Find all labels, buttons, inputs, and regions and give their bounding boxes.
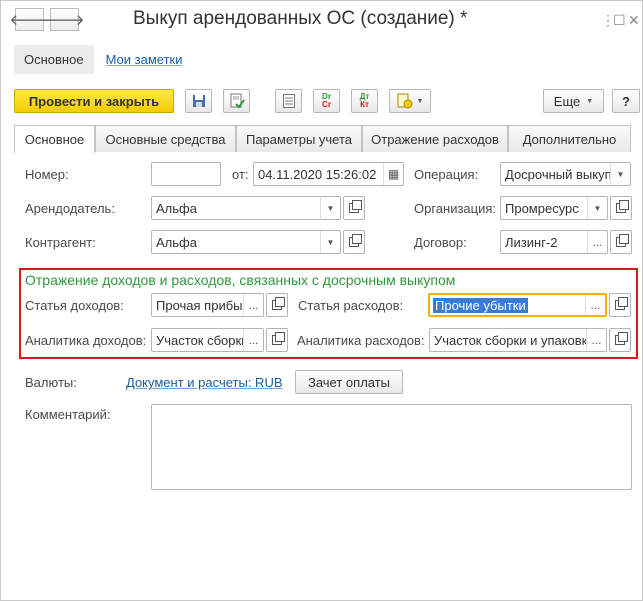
post-document-icon [230,93,245,109]
chevron-down-icon[interactable]: ▼ [320,197,340,219]
forward-button[interactable]: 🡒 [44,8,85,31]
date-from-label: от: [232,167,249,182]
contract-label: Договор: [414,235,467,250]
select-dots-icon[interactable]: ... [586,329,606,351]
tab-accounting-params[interactable]: Параметры учета [236,125,362,152]
comment-label: Комментарий: [25,407,111,422]
operation-label: Операция: [414,167,479,182]
open-icon [272,332,285,345]
drcr-button[interactable]: Dr Cr [313,89,340,113]
contractor-value: Альфа [156,235,197,250]
expense-analytics-field[interactable]: Участок сборки и упаковки ... [429,328,607,352]
nav-main[interactable]: Основное [14,44,94,74]
chevron-down-icon[interactable]: ▼ [320,231,340,253]
list-button[interactable] [275,89,302,113]
open-icon [616,200,629,213]
comment-textarea[interactable] [151,404,632,490]
expense-item-open-button[interactable] [609,293,631,317]
open-icon [272,297,285,310]
organization-open-button[interactable] [610,196,632,220]
maximize-icon[interactable]: ☐ [613,12,626,29]
lessor-label: Арендодатель: [25,201,115,216]
contractor-label: Контрагент: [25,235,96,250]
operation-select[interactable]: Досрочный выкуп ▼ [500,162,631,186]
help-button[interactable]: ? [612,89,640,113]
expense-analytics-label: Аналитика расходов: [297,333,425,348]
nav-my-notes[interactable]: Мои заметки [106,52,183,67]
number-label: Номер: [25,167,69,182]
select-dots-icon[interactable]: ... [243,329,263,351]
income-analytics-label: Аналитика доходов: [25,333,147,348]
window-title: Выкуп арендованных ОС (создание) * [133,8,468,29]
open-icon [349,200,362,213]
currency-label: Валюты: [25,375,77,390]
print-document-icon [397,93,413,109]
number-field[interactable] [151,162,221,186]
post-button[interactable] [223,89,250,113]
list-icon [282,94,295,108]
open-icon [349,234,362,247]
expense-analytics-open-button[interactable] [609,328,631,352]
income-analytics-field[interactable]: Участок сборки ... [151,328,264,352]
contract-open-button[interactable] [610,230,632,254]
back-button[interactable]: 🡐 [9,8,50,31]
top-navigation: Основное Мои заметки [14,43,183,75]
contractor-field[interactable]: Альфа ▼ [151,230,341,254]
chevron-down-icon: ▼ [416,97,424,105]
print-menu-button[interactable]: ▼ [389,89,431,113]
contract-field[interactable]: Лизинг-2 ... [500,230,608,254]
tab-additional[interactable]: Дополнительно [508,125,631,152]
tab-main[interactable]: Основное [14,125,95,153]
open-icon [615,332,628,345]
contract-value: Лизинг-2 [505,235,558,250]
payment-offset-button[interactable]: Зачет оплаты [295,370,403,394]
expense-item-label: Статья расходов: [298,298,404,313]
tab-bar: Основное Основные средства Параметры уче… [14,125,631,153]
save-button[interactable] [185,89,212,113]
expense-item-field[interactable]: Прочие убытки ... [428,293,607,317]
organization-label: Организация: [414,201,497,216]
more-button[interactable]: Еще ▼ [543,89,604,113]
chevron-down-icon: ▼ [586,97,594,105]
drcr-icon-bottom: Cr [322,100,331,109]
select-dots-icon[interactable]: ... [587,231,607,253]
more-label: Еще [553,93,581,109]
date-field[interactable]: 04.11.2020 15:26:02 ▦ [253,162,404,186]
select-dots-icon[interactable]: ... [585,295,605,315]
section-title: Отражение доходов и расходов, связанных … [25,272,456,288]
expense-item-value: Прочие убытки [433,298,528,313]
open-icon [615,297,628,310]
open-icon [616,234,629,247]
tab-expense-reflection[interactable]: Отражение расходов [362,125,508,152]
dtkt-icon-bottom: Кт [360,100,369,109]
income-analytics-open-button[interactable] [266,328,288,352]
expense-item-text: Прочие убытки [433,298,528,313]
income-analytics-value: Участок сборки [156,333,244,348]
date-value: 04.11.2020 15:26:02 [258,167,377,182]
lessor-value: Альфа [156,201,197,216]
chevron-down-icon[interactable]: ▼ [610,163,630,185]
lessor-field[interactable]: Альфа ▼ [151,196,341,220]
forward-arrow-icon: 🡒 [44,12,85,29]
income-item-value: Прочая прибы... [156,298,244,313]
close-icon[interactable]: ✕ [628,12,640,29]
dtkt-button[interactable]: Дт Кт [351,89,378,113]
organization-field[interactable]: Промресурс ▼ [500,196,608,220]
expense-analytics-value: Участок сборки и упаковки [434,333,588,348]
post-and-close-button[interactable]: Провести и закрыть [14,89,174,113]
organization-value: Промресурс [505,201,579,216]
currency-link[interactable]: Документ и расчеты: RUB [126,375,283,390]
lessor-open-button[interactable] [343,196,365,220]
income-item-label: Статья доходов: [25,298,124,313]
chevron-down-icon[interactable]: ▼ [587,197,607,219]
calendar-icon[interactable]: ▦ [383,163,403,185]
operation-value: Досрочный выкуп [505,167,611,182]
income-item-open-button[interactable] [266,293,288,317]
income-item-field[interactable]: Прочая прибы... ... [151,293,264,317]
contractor-open-button[interactable] [343,230,365,254]
tab-fixed-assets[interactable]: Основные средства [95,125,236,152]
save-icon [192,95,205,107]
select-dots-icon[interactable]: ... [243,294,263,316]
